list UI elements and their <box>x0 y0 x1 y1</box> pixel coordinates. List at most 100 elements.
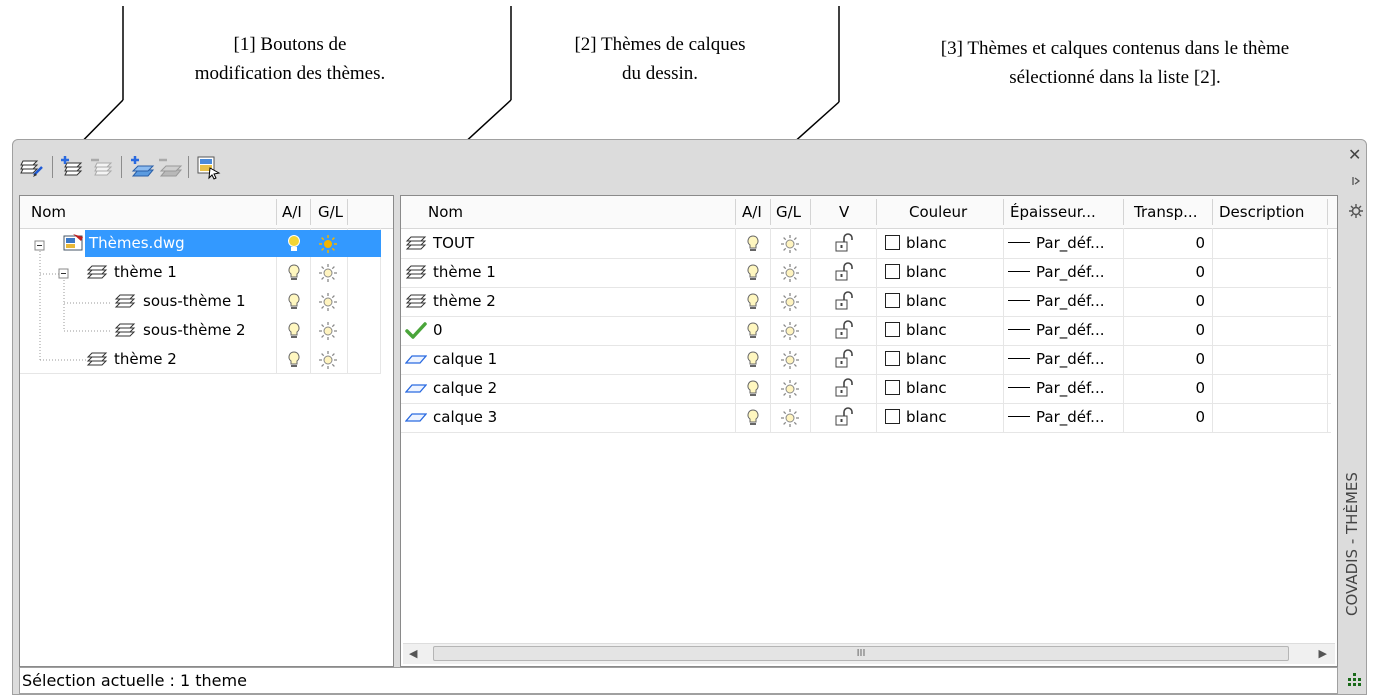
bulb-on-icon[interactable] <box>742 287 764 316</box>
table-row[interactable]: 0 blanc Par_déf... 0 <box>401 316 1331 345</box>
tree-label[interactable]: thème 2 <box>114 345 177 374</box>
sun-thawed-icon[interactable] <box>317 258 339 287</box>
table-row[interactable]: TOUT blanc Par_déf... 0 <box>401 229 1331 258</box>
unlock-icon[interactable] <box>832 345 854 374</box>
sun-thawed-icon[interactable] <box>779 345 801 374</box>
tree-row-drawing[interactable]: Thèmes.dwg <box>20 229 381 258</box>
resize-grip-icon[interactable] <box>1347 672 1363 692</box>
sun-thawed-icon[interactable] <box>779 229 801 258</box>
unlock-icon[interactable] <box>832 258 854 287</box>
sun-thawed-icon[interactable] <box>317 316 339 345</box>
autohide-icon[interactable] <box>1349 174 1363 192</box>
table-row[interactable]: calque 1 blanc Par_déf... 0 <box>401 345 1331 374</box>
layer-name[interactable]: 0 <box>433 316 443 345</box>
bulb-on-icon[interactable] <box>283 316 305 345</box>
column-header-description[interactable]: Description <box>1219 196 1304 228</box>
color-cell[interactable]: blanc <box>885 258 947 287</box>
lineweight-cell[interactable]: Par_déf... <box>1008 287 1104 316</box>
color-cell[interactable]: blanc <box>885 316 947 345</box>
layer-name[interactable]: TOUT <box>433 229 474 258</box>
transparency-value[interactable]: 0 <box>1123 229 1205 258</box>
sun-thawed-icon[interactable] <box>317 229 339 258</box>
layer-name[interactable]: calque 3 <box>433 403 497 432</box>
color-cell[interactable]: blanc <box>885 287 947 316</box>
column-header-onoff[interactable]: A/I <box>742 196 762 228</box>
layer-name[interactable]: calque 2 <box>433 374 497 403</box>
color-cell[interactable]: blanc <box>885 403 947 432</box>
column-header-lock[interactable]: V <box>839 196 849 228</box>
tree-row-subtheme-2[interactable]: sous-thème 2 <box>20 316 380 345</box>
layer-name[interactable]: thème 2 <box>433 287 496 316</box>
bulb-on-icon[interactable] <box>742 374 764 403</box>
tree-row-subtheme-1[interactable]: sous-thème 1 <box>20 287 380 316</box>
sun-thawed-icon[interactable] <box>779 287 801 316</box>
export-themes-icon[interactable] <box>195 154 221 180</box>
tree-row-theme-1[interactable]: thème 1 <box>20 258 380 287</box>
tree-label[interactable]: thème 1 <box>114 258 177 287</box>
bulb-on-icon[interactable] <box>742 258 764 287</box>
lineweight-cell[interactable]: Par_déf... <box>1008 374 1104 403</box>
color-cell[interactable]: blanc <box>885 374 947 403</box>
table-row[interactable]: calque 3 blanc Par_déf... 0 <box>401 403 1331 432</box>
transparency-value[interactable]: 0 <box>1123 316 1205 345</box>
bulb-on-icon[interactable] <box>742 345 764 374</box>
bulb-on-icon[interactable] <box>742 316 764 345</box>
column-header-freeze[interactable]: G/L <box>776 196 801 228</box>
bulb-on-icon[interactable] <box>283 345 305 374</box>
column-header-color[interactable]: Couleur <box>909 196 967 228</box>
transparency-value[interactable]: 0 <box>1123 258 1205 287</box>
tree-label[interactable]: sous-thème 2 <box>143 316 246 345</box>
sun-thawed-icon[interactable] <box>779 316 801 345</box>
lineweight-cell[interactable]: Par_déf... <box>1008 403 1104 432</box>
column-header-name[interactable]: Nom <box>31 196 66 228</box>
column-header-lineweight[interactable]: Épaisseur... <box>1010 196 1096 228</box>
transparency-value[interactable]: 0 <box>1123 287 1205 316</box>
column-header-name[interactable]: Nom <box>428 196 463 228</box>
new-theme-icon[interactable] <box>59 154 85 180</box>
unlock-icon[interactable] <box>832 229 854 258</box>
tree-label[interactable]: sous-thème 1 <box>143 287 246 316</box>
unlock-icon[interactable] <box>832 316 854 345</box>
scroll-left-arrow-icon[interactable]: ◀ <box>409 647 417 660</box>
delete-theme-icon[interactable] <box>89 154 115 180</box>
bulb-on-icon[interactable] <box>283 287 305 316</box>
sun-thawed-icon[interactable] <box>317 287 339 316</box>
tree-row-theme-2[interactable]: thème 2 <box>20 345 380 374</box>
bulb-on-icon[interactable] <box>742 403 764 432</box>
sun-thawed-icon[interactable] <box>779 374 801 403</box>
column-header-onoff[interactable]: A/I <box>282 196 302 228</box>
horizontal-scrollbar[interactable]: ◀ III ▶ <box>403 643 1335 664</box>
bulb-on-icon[interactable] <box>283 258 305 287</box>
lineweight-cell[interactable]: Par_déf... <box>1008 258 1104 287</box>
lineweight-cell[interactable]: Par_déf... <box>1008 345 1104 374</box>
sun-thawed-icon[interactable] <box>317 345 339 374</box>
layer-name[interactable]: calque 1 <box>433 345 497 374</box>
table-row[interactable]: thème 2 blanc Par_déf... 0 <box>401 287 1331 316</box>
sun-thawed-icon[interactable] <box>779 403 801 432</box>
transparency-value[interactable]: 0 <box>1123 403 1205 432</box>
tree-label-drawing[interactable]: Thèmes.dwg <box>89 229 185 258</box>
bulb-on-icon[interactable] <box>742 229 764 258</box>
close-icon[interactable]: ✕ <box>1348 145 1361 164</box>
unlock-icon[interactable] <box>832 287 854 316</box>
sun-thawed-icon[interactable] <box>779 258 801 287</box>
table-row[interactable]: calque 2 blanc Par_déf... 0 <box>401 374 1331 403</box>
lineweight-cell[interactable]: Par_déf... <box>1008 316 1104 345</box>
bulb-on-icon[interactable] <box>283 229 305 258</box>
unlock-icon[interactable] <box>832 374 854 403</box>
theme-manager-icon[interactable] <box>19 154 45 180</box>
table-row[interactable]: thème 1 blanc Par_déf... 0 <box>401 258 1331 287</box>
layer-name[interactable]: thème 1 <box>433 258 496 287</box>
scroll-right-arrow-icon[interactable]: ▶ <box>1319 647 1327 660</box>
color-cell[interactable]: blanc <box>885 229 947 258</box>
delete-subtheme-icon[interactable] <box>157 154 183 180</box>
color-cell[interactable]: blanc <box>885 345 947 374</box>
new-subtheme-icon[interactable] <box>129 154 155 180</box>
column-header-transparency[interactable]: Transp... <box>1134 196 1197 228</box>
properties-gear-icon[interactable] <box>1348 203 1364 223</box>
column-header-freeze[interactable]: G/L <box>318 196 343 228</box>
transparency-value[interactable]: 0 <box>1123 345 1205 374</box>
scroll-thumb[interactable]: III <box>433 646 1289 661</box>
lineweight-cell[interactable]: Par_déf... <box>1008 229 1104 258</box>
unlock-icon[interactable] <box>832 403 854 432</box>
